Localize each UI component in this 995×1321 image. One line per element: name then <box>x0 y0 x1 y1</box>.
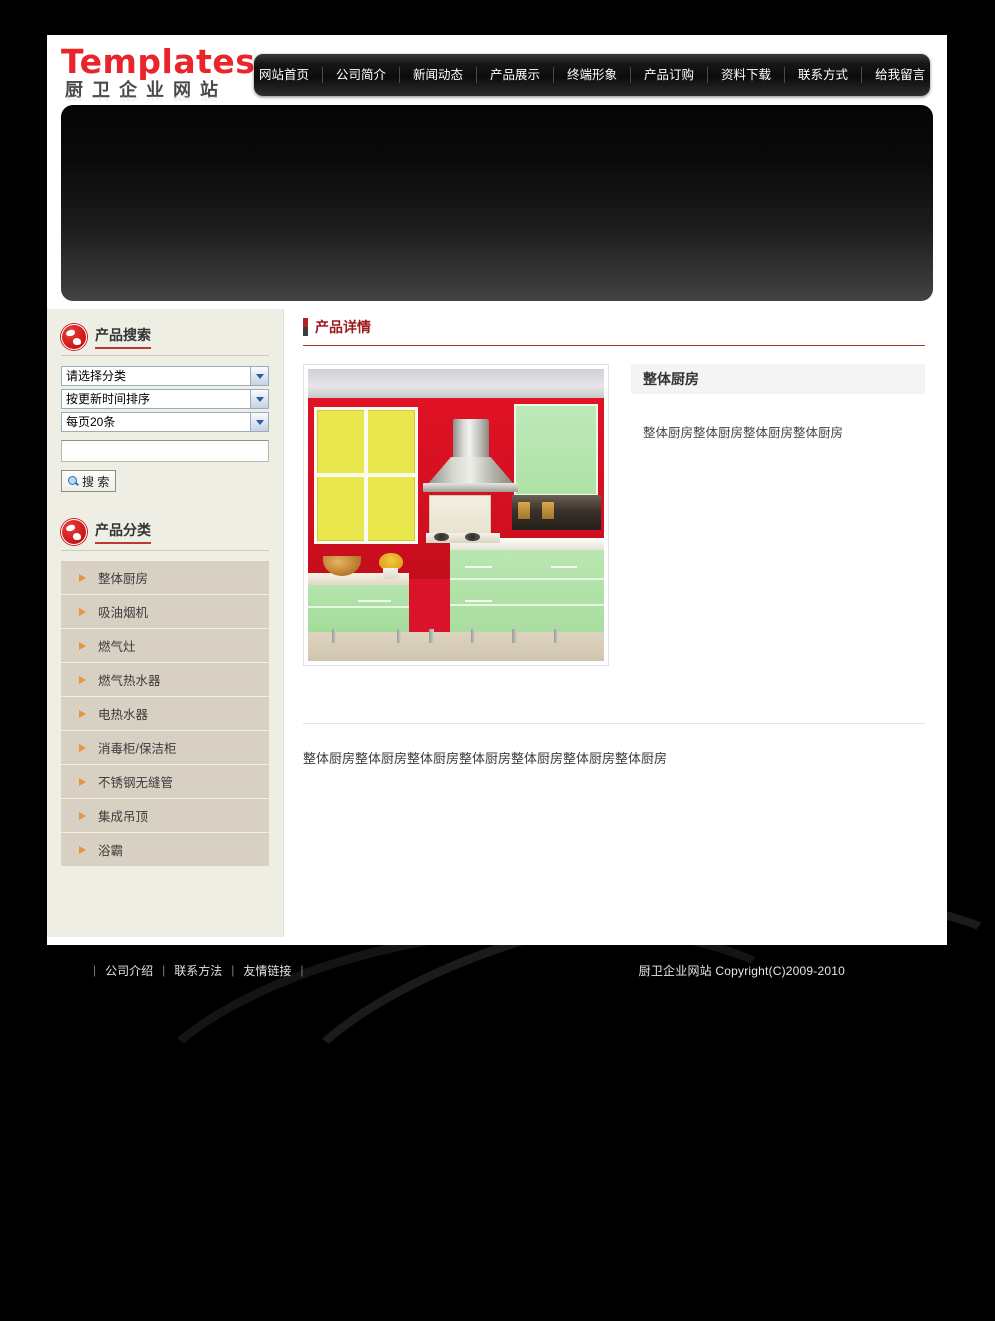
triangle-bullet-icon <box>79 743 86 752</box>
category-list: 整体厨房 吸油烟机 燃气灶 燃气热水器 电热水器 消毒柜/保洁柜 不锈钢无缝管 … <box>61 561 269 867</box>
triangle-bullet-icon <box>79 811 86 820</box>
chevron-down-icon-sort[interactable] <box>250 390 268 408</box>
footer-separator: | <box>231 963 235 977</box>
nav-item-message[interactable]: 给我留言 <box>862 67 937 83</box>
category-panel-title: 产品分类 <box>95 520 151 544</box>
nav-item-terminal-image[interactable]: 终端形象 <box>554 67 632 83</box>
triangle-bullet-icon <box>79 709 86 718</box>
search-panel-header: 产品搜索 <box>61 319 269 356</box>
footer-separator: | <box>300 963 304 977</box>
globe-icon-category <box>61 519 87 545</box>
search-keyword-input[interactable] <box>61 440 269 462</box>
category-item-label: 电热水器 <box>98 708 149 722</box>
category-item-range-hood[interactable]: 吸油烟机 <box>61 595 269 629</box>
globe-icon <box>61 324 87 350</box>
footer-links: | 公司介绍 | 联系方法 | 友情链接 | <box>47 962 313 979</box>
product-detail-text: 整体厨房整体厨房整体厨房整体厨房整体厨房整体厨房整体厨房 <box>303 751 668 766</box>
category-item-label: 燃气热水器 <box>98 674 161 688</box>
triangle-bullet-icon <box>79 641 86 650</box>
footer-copyright: 厨卫企业网站 Copyright(C)2009-2010 <box>638 963 845 978</box>
category-item-label: 消毒柜/保洁柜 <box>98 742 177 756</box>
footer-link-contact[interactable]: 联系方法 <box>174 962 222 979</box>
triangle-bullet-icon <box>79 845 86 854</box>
category-item-label: 吸油烟机 <box>98 606 149 620</box>
nav-item-news[interactable]: 新闻动态 <box>400 67 477 83</box>
main-content: 产品详情 整体厨房 整体厨房整体厨房整体厨房整体厨房 整体厨房整体厨房整体厨房整… <box>284 309 947 937</box>
section-accent-bar <box>303 318 308 336</box>
nav-item-home[interactable]: 网站首页 <box>247 67 323 83</box>
footer-link-company-intro[interactable]: 公司介绍 <box>105 962 153 979</box>
hero-banner <box>61 105 933 301</box>
category-item-whole-kitchen[interactable]: 整体厨房 <box>61 561 269 595</box>
search-button[interactable]: 搜 索 <box>61 470 117 492</box>
category-panel-header: 产品分类 <box>61 514 269 551</box>
nav-item-products[interactable]: 产品展示 <box>477 67 554 83</box>
nav-item-downloads[interactable]: 资料下载 <box>708 67 786 83</box>
category-item-bath-heater[interactable]: 浴霸 <box>61 833 269 867</box>
page-title: 产品详情 <box>315 319 371 335</box>
search-button-label: 搜 索 <box>82 474 110 489</box>
category-item-stainless-pipe[interactable]: 不锈钢无缝管 <box>61 765 269 799</box>
category-item-label: 浴霸 <box>98 844 124 858</box>
footer-separator: | <box>162 963 166 977</box>
category-select[interactable]: 请选择分类 <box>61 366 269 386</box>
body-columns: 产品搜索 请选择分类 按更新时间排序 每页20条 搜 索 产品分类 整体厨房 吸… <box>47 309 947 937</box>
nav-item-order[interactable]: 产品订购 <box>631 67 709 83</box>
triangle-bullet-icon <box>79 607 86 616</box>
product-image <box>308 369 604 661</box>
sidebar: 产品搜索 请选择分类 按更新时间排序 每页20条 搜 索 产品分类 整体厨房 吸… <box>47 309 284 937</box>
nav-item-contact[interactable]: 联系方式 <box>785 67 863 83</box>
triangle-bullet-icon <box>79 573 86 582</box>
category-item-label: 集成吊顶 <box>98 810 149 824</box>
pagesize-select[interactable]: 每页20条 <box>61 412 269 432</box>
sort-select-wrap: 按更新时间排序 <box>61 389 269 409</box>
detail-divider <box>303 723 925 724</box>
chevron-down-icon-category[interactable] <box>250 367 268 385</box>
category-select-wrap: 请选择分类 <box>61 366 269 386</box>
category-item-electric-water-heater[interactable]: 电热水器 <box>61 697 269 731</box>
product-detail-row: 整体厨房 整体厨房整体厨房整体厨房整体厨房 <box>303 364 925 666</box>
product-info: 整体厨房 整体厨房整体厨房整体厨房整体厨房 <box>631 364 925 666</box>
product-name: 整体厨房 <box>631 364 925 394</box>
product-image-frame[interactable] <box>303 364 609 666</box>
footer-separator: | <box>93 963 97 977</box>
category-item-gas-stove[interactable]: 燃气灶 <box>61 629 269 663</box>
site-header: Templates 厨卫企业网站 厨卫企业网站 网站首页 公司简介 新闻动态 产… <box>47 35 947 105</box>
triangle-bullet-icon <box>79 675 86 684</box>
footer-link-friendly-links[interactable]: 友情链接 <box>243 962 291 979</box>
sort-select[interactable]: 按更新时间排序 <box>61 389 269 409</box>
nav-item-company-profile[interactable]: 公司简介 <box>323 67 400 83</box>
category-item-label: 不锈钢无缝管 <box>98 776 174 790</box>
page-container: Templates 厨卫企业网站 厨卫企业网站 网站首页 公司简介 新闻动态 产… <box>47 35 947 945</box>
pagesize-select-wrap: 每页20条 <box>61 412 269 432</box>
category-item-integrated-ceiling[interactable]: 集成吊顶 <box>61 799 269 833</box>
product-summary: 整体厨房整体厨房整体厨房整体厨房 <box>643 426 844 440</box>
site-footer: | 公司介绍 | 联系方法 | 友情链接 | 厨卫企业网站 Copyright(… <box>47 950 947 990</box>
section-header: 产品详情 <box>303 317 925 346</box>
category-item-sterilizer-cabinet[interactable]: 消毒柜/保洁柜 <box>61 731 269 765</box>
logo-reflection: 厨卫企业网站 <box>65 96 227 102</box>
category-item-label: 燃气灶 <box>98 640 136 654</box>
triangle-bullet-icon <box>79 777 86 786</box>
search-panel-title: 产品搜索 <box>95 325 151 349</box>
search-icon <box>68 475 79 487</box>
main-navigation: 网站首页 公司简介 新闻动态 产品展示 终端形象 产品订购 资料下载 联系方式 … <box>254 54 930 96</box>
chevron-down-icon-pagesize[interactable] <box>250 413 268 431</box>
category-item-gas-water-heater[interactable]: 燃气热水器 <box>61 663 269 697</box>
category-item-label: 整体厨房 <box>98 572 149 586</box>
